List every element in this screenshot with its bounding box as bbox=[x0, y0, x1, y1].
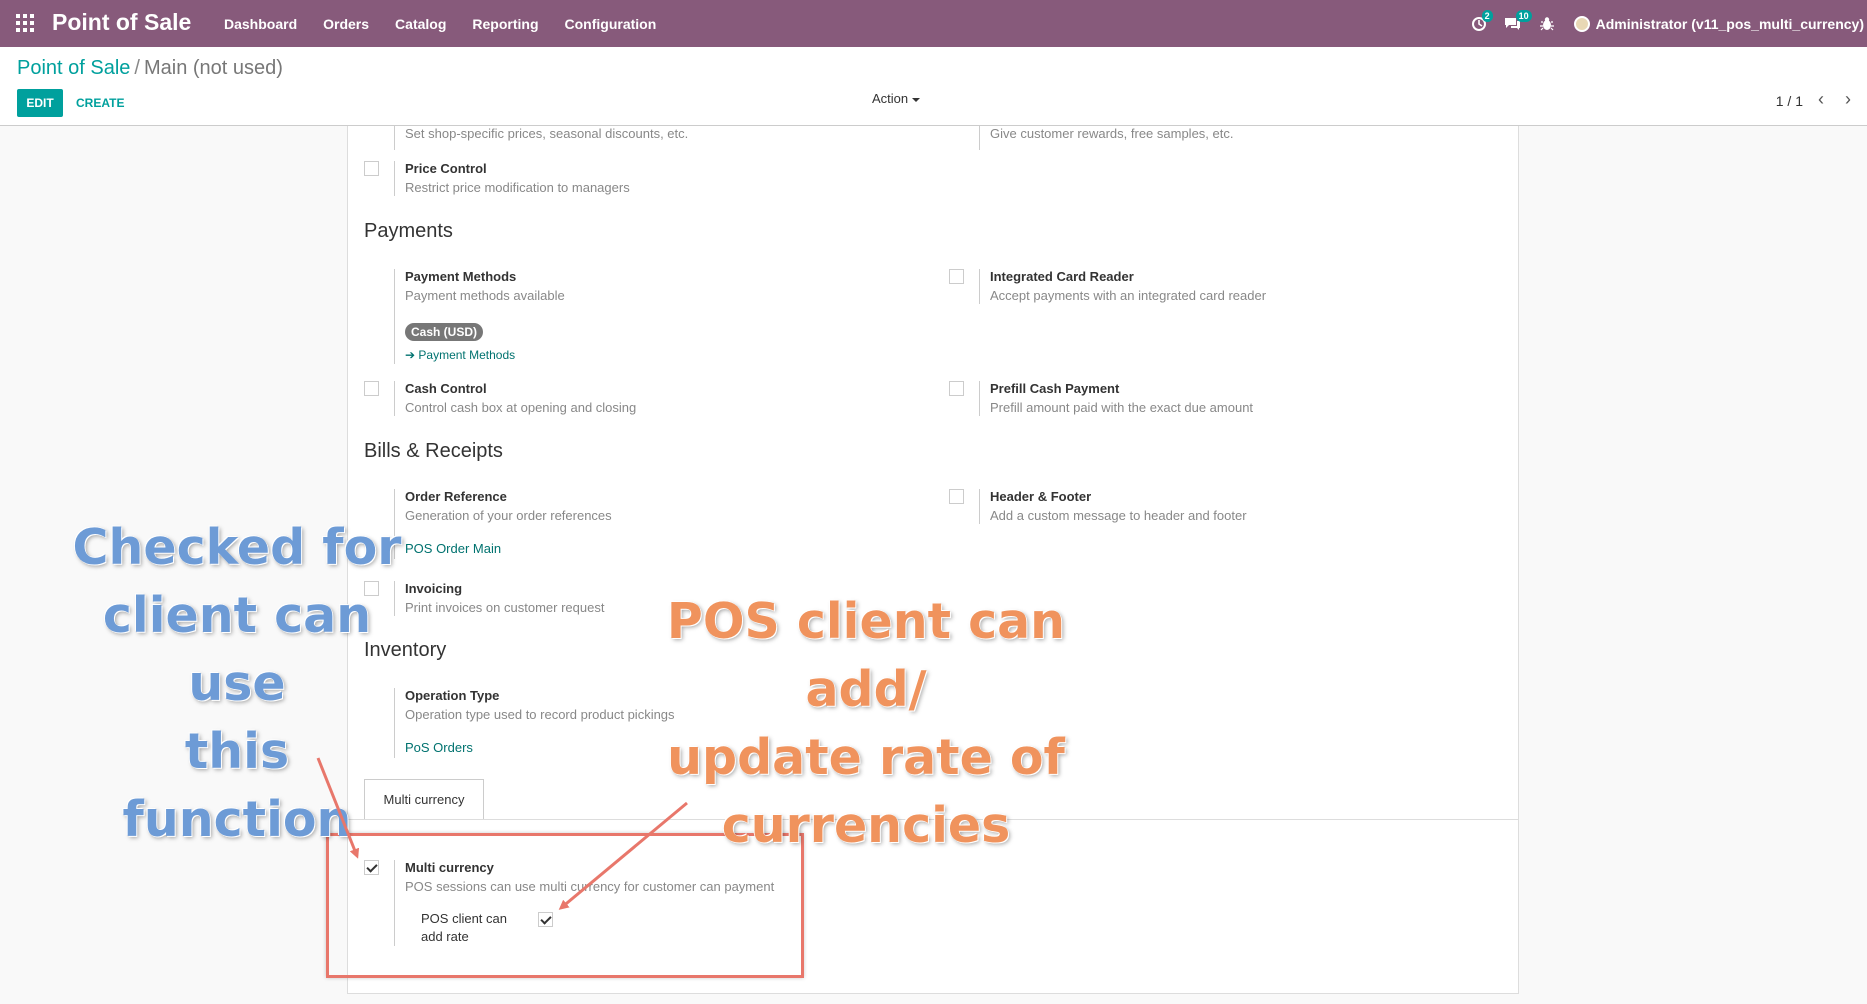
menu-reporting[interactable]: Reporting bbox=[472, 16, 538, 32]
pager-next-icon[interactable]: › bbox=[1836, 87, 1860, 111]
setting-desc: Generation of your order references bbox=[405, 508, 612, 523]
top-navbar: Point of Sale Dashboard Orders Catalog R… bbox=[0, 0, 1867, 47]
action-dropdown[interactable]: Action bbox=[872, 91, 921, 106]
setting-desc: Payment methods available bbox=[405, 288, 565, 303]
setting-pricing-partial: Set shop-specific prices, seasonal disco… bbox=[364, 126, 884, 156]
setting-loyalty-partial: Give customer rewards, free samples, etc… bbox=[949, 126, 1469, 156]
annotation-orange-line2: update rate of bbox=[667, 729, 1065, 786]
setting-desc: Print invoices on customer request bbox=[405, 600, 605, 615]
messages-chat-icon[interactable]: 10 bbox=[1496, 0, 1532, 47]
debug-bug-icon[interactable] bbox=[1530, 0, 1564, 47]
apps-grid-icon[interactable] bbox=[16, 14, 34, 32]
setting-divider bbox=[394, 381, 395, 416]
section-title-bills: Bills & Receipts bbox=[364, 440, 503, 462]
setting-desc: Set shop-specific prices, seasonal disco… bbox=[405, 126, 689, 141]
annotation-orange-line1: POS client can add/ bbox=[666, 593, 1066, 718]
payment-method-tag[interactable]: Cash (USD) bbox=[405, 323, 484, 341]
setting-divider bbox=[394, 126, 395, 150]
annotation-blue-line3: this function bbox=[122, 723, 352, 848]
setting-desc: Control cash box at opening and closing bbox=[405, 400, 637, 415]
payment-methods-link[interactable]: ➔ Payment Methods bbox=[405, 348, 515, 362]
setting-divider bbox=[394, 161, 395, 196]
setting-divider bbox=[979, 489, 980, 524]
breadcrumb: Point of Sale / Main (not used) bbox=[17, 57, 283, 80]
caret-down-icon bbox=[912, 97, 921, 102]
avatar bbox=[1573, 15, 1590, 32]
prefill-cash-checkbox[interactable] bbox=[949, 381, 964, 396]
arrow-right-icon: ➔ bbox=[405, 348, 416, 362]
annotation-blue-line2: client can use bbox=[102, 587, 372, 712]
setting-desc: Give customer rewards, free samples, etc… bbox=[990, 126, 1234, 141]
annotation-orange-line3: currencies bbox=[721, 797, 1011, 854]
setting-title: Payment Methods bbox=[405, 269, 517, 284]
setting-title: Invoicing bbox=[405, 581, 463, 596]
setting-desc: Add a custom message to header and foote… bbox=[990, 508, 1247, 523]
annotation-rate-note: POS client can add/ update rate of curre… bbox=[606, 588, 1126, 860]
create-button[interactable]: CREATE bbox=[68, 89, 132, 117]
pager-value: 1 / 1 bbox=[1775, 93, 1803, 109]
setting-cash-control: Cash Control Control cash box at opening… bbox=[364, 381, 884, 421]
breadcrumb-parent-link[interactable]: Point of Sale bbox=[17, 57, 130, 79]
setting-price-control: Price Control Restrict price modificatio… bbox=[364, 161, 884, 201]
edit-button[interactable]: EDIT bbox=[17, 89, 63, 117]
setting-desc: Restrict price modification to managers bbox=[405, 180, 630, 195]
order-reference-link[interactable]: POS Order Main bbox=[405, 541, 501, 556]
setting-divider bbox=[394, 269, 395, 364]
setting-title: Prefill Cash Payment bbox=[990, 381, 1120, 396]
breadcrumb-current: Main (not used) bbox=[143, 57, 283, 79]
header-footer-checkbox[interactable] bbox=[949, 489, 964, 504]
payment-methods-link-label: Payment Methods bbox=[418, 348, 516, 362]
setting-title: Operation Type bbox=[405, 688, 500, 703]
setting-divider bbox=[979, 381, 980, 416]
setting-header-footer: Header & Footer Add a custom message to … bbox=[949, 489, 1469, 529]
integrated-card-reader-checkbox[interactable] bbox=[949, 269, 964, 284]
setting-title: Header & Footer bbox=[990, 489, 1092, 504]
menu-orders[interactable]: Orders bbox=[323, 16, 369, 32]
activity-clock-icon[interactable]: 2 bbox=[1462, 0, 1496, 47]
setting-integrated-card-reader: Integrated Card Reader Accept payments w… bbox=[949, 269, 1469, 309]
annotation-checked-note: Checked for client can use this function bbox=[72, 514, 402, 854]
setting-divider bbox=[979, 269, 980, 304]
app-brand[interactable]: Point of Sale bbox=[52, 9, 191, 36]
section-title-payments: Payments bbox=[364, 220, 453, 242]
user-menu[interactable]: Administrator (v11_pos_multi_currency) bbox=[1564, 15, 1867, 32]
operation-type-link[interactable]: PoS Orders bbox=[405, 740, 473, 755]
setting-payment-methods: Payment Methods Payment methods availabl… bbox=[364, 269, 884, 364]
cash-control-checkbox[interactable] bbox=[364, 381, 379, 396]
setting-title: Price Control bbox=[405, 161, 487, 176]
setting-order-reference: Order Reference Generation of your order… bbox=[364, 489, 884, 561]
navbar-right: 2 10 Administrator (v11_pos_multi_curren… bbox=[1462, 0, 1867, 47]
menu-configuration[interactable]: Configuration bbox=[565, 16, 657, 32]
setting-title: Order Reference bbox=[405, 489, 507, 504]
price-control-checkbox[interactable] bbox=[364, 161, 379, 176]
menu-dashboard[interactable]: Dashboard bbox=[224, 16, 297, 32]
pager-previous-icon[interactable]: ‹ bbox=[1809, 87, 1833, 111]
activity-badge: 2 bbox=[1481, 10, 1493, 22]
menu-catalog[interactable]: Catalog bbox=[395, 16, 446, 32]
main-menu: Dashboard Orders Catalog Reporting Confi… bbox=[224, 0, 656, 47]
setting-divider bbox=[979, 126, 980, 150]
setting-desc: Prefill amount paid with the exact due a… bbox=[990, 400, 1254, 415]
user-name: Administrator (v11_pos_multi_currency) bbox=[1595, 15, 1864, 32]
annotation-blue-line1: Checked for bbox=[72, 519, 402, 576]
setting-prefill-cash: Prefill Cash Payment Prefill amount paid… bbox=[949, 381, 1469, 421]
setting-title: Cash Control bbox=[405, 381, 487, 396]
breadcrumb-separator: / bbox=[134, 57, 140, 79]
setting-desc: Accept payments with an integrated card … bbox=[990, 288, 1267, 303]
setting-title: Integrated Card Reader bbox=[990, 269, 1134, 284]
action-label: Action bbox=[872, 91, 909, 106]
control-panel: Point of Sale / Main (not used) EDIT CREAT… bbox=[0, 47, 1867, 126]
